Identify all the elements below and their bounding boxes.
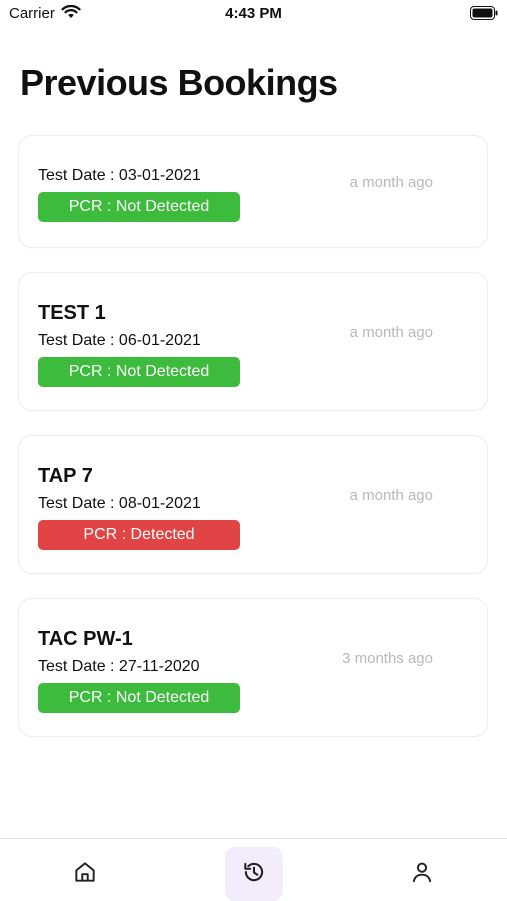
time-ago: a month ago bbox=[349, 324, 433, 341]
tab-bar bbox=[0, 838, 507, 901]
status-bar: Carrier 4:43 PM bbox=[0, 0, 507, 30]
tab-home[interactable] bbox=[56, 847, 114, 901]
pcr-result-badge: PCR : Not Detected bbox=[38, 683, 240, 713]
time-ago: a month ago bbox=[349, 487, 433, 504]
tab-profile[interactable] bbox=[393, 847, 451, 901]
booking-title: TAP 7 bbox=[38, 465, 93, 487]
time-ago: a month ago bbox=[349, 174, 433, 191]
booking-card[interactable]: TAC PW-1 Test Date : 27-11-2020 PCR : No… bbox=[18, 598, 488, 737]
time-ago: 3 months ago bbox=[342, 650, 433, 667]
page-title: Previous Bookings bbox=[20, 62, 338, 103]
bookings-list: Test Date : 03-01-2021 PCR : Not Detecte… bbox=[18, 135, 490, 761]
clock: 4:43 PM bbox=[225, 5, 282, 22]
pcr-result-badge: PCR : Detected bbox=[38, 520, 240, 550]
history-icon bbox=[241, 859, 267, 890]
battery-icon bbox=[470, 6, 498, 25]
home-icon bbox=[72, 859, 98, 890]
booking-title: TAC PW-1 bbox=[38, 628, 133, 650]
pcr-result-badge: PCR : Not Detected bbox=[38, 357, 240, 387]
booking-card[interactable]: TEST 1 Test Date : 06-01-2021 PCR : Not … bbox=[18, 272, 488, 411]
user-icon bbox=[409, 859, 435, 890]
tab-history[interactable] bbox=[225, 847, 283, 901]
booking-title: TEST 1 bbox=[38, 302, 106, 324]
pcr-result-badge: PCR : Not Detected bbox=[38, 192, 240, 222]
booking-card[interactable]: Test Date : 03-01-2021 PCR : Not Detecte… bbox=[18, 135, 488, 248]
booking-card[interactable]: TAP 7 Test Date : 08-01-2021 PCR : Detec… bbox=[18, 435, 488, 574]
